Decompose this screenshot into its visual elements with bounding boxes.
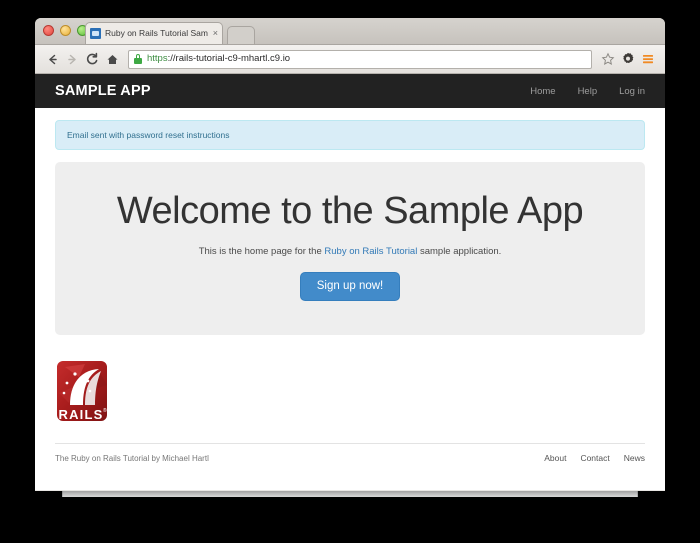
browser-tab-title: Ruby on Rails Tutorial Sam — [105, 29, 208, 38]
lead-text-before: This is the home page for the — [198, 245, 325, 257]
lock-icon — [134, 54, 142, 64]
browser-tab-strip: Ruby on Rails Tutorial Sam × — [35, 18, 665, 45]
bookmark-button[interactable] — [598, 49, 618, 69]
rails-wordmark: RAILS — [59, 407, 104, 422]
browser-tab[interactable]: Ruby on Rails Tutorial Sam × — [85, 22, 223, 44]
jumbotron-lead: This is the home page for the Ruby on Ra… — [65, 246, 635, 257]
menu-button[interactable] — [638, 49, 658, 69]
nav-link-home[interactable]: Home — [530, 86, 555, 97]
url-scheme: https — [147, 53, 168, 65]
flash-alert-message: Email sent with password reset instructi… — [67, 130, 230, 140]
window-controls — [43, 25, 88, 36]
new-tab-button[interactable] — [227, 26, 255, 44]
nav-link-login[interactable]: Log in — [619, 86, 645, 97]
reload-button[interactable] — [82, 49, 102, 69]
forward-button[interactable] — [62, 49, 82, 69]
url-rest: ://rails-tutorial-c9-mhartl.c9.io — [167, 53, 291, 65]
navbar-brand[interactable]: SAMPLE APP — [55, 83, 530, 99]
footer-link-contact[interactable]: Contact — [580, 453, 609, 463]
rails-tutorial-link[interactable]: Ruby on Rails Tutorial — [324, 246, 417, 257]
minimize-window-button[interactable] — [60, 25, 71, 36]
settings-button[interactable] — [618, 49, 638, 69]
back-arrow-icon — [48, 54, 57, 64]
flash-alert-info: Email sent with password reset instructi… — [55, 120, 645, 150]
close-tab-icon[interactable]: × — [213, 29, 218, 38]
star-icon — [601, 52, 615, 65]
hamburger-menu-icon — [643, 55, 653, 64]
browser-window: Ruby on Rails Tutorial Sam × https://rai… — [35, 18, 665, 491]
screen: Ruby on Rails Tutorial Sam × https://rai… — [0, 0, 700, 543]
footer-link-about[interactable]: About — [544, 453, 566, 463]
address-bar-url: https://rails-tutorial-c9-mhartl.c9.io — [147, 54, 290, 64]
signup-button[interactable]: Sign up now! — [299, 271, 401, 302]
lead-text-after: sample application. — [417, 245, 502, 257]
site-footer: The Ruby on Rails Tutorial by Michael Ha… — [55, 443, 645, 463]
rails-logo[interactable]: RAILS ® — [55, 359, 109, 424]
page-title: Welcome to the Sample App — [116, 190, 584, 232]
footer-link-news[interactable]: News — [624, 453, 645, 463]
address-bar[interactable]: https://rails-tutorial-c9-mhartl.c9.io — [128, 49, 592, 69]
navbar-links: Home Help Log in — [530, 86, 645, 97]
nav-link-help[interactable]: Help — [578, 86, 598, 97]
footer-credit: The Ruby on Rails Tutorial by Michael Ha… — [55, 454, 544, 463]
back-button[interactable] — [42, 49, 62, 69]
forward-arrow-icon — [67, 54, 76, 64]
footer-credit-rest: by Michael Hartl — [149, 453, 209, 463]
reload-icon — [86, 52, 98, 65]
rails-favicon-icon — [90, 28, 101, 39]
rails-trademark: ® — [103, 407, 107, 414]
site-navbar: SAMPLE APP Home Help Log in — [35, 74, 665, 108]
home-icon — [107, 54, 117, 64]
browser-toolbar: https://rails-tutorial-c9-mhartl.c9.io — [35, 45, 665, 74]
home-button[interactable] — [102, 49, 122, 69]
gear-icon — [623, 52, 634, 64]
logo-row: RAILS ® — [35, 335, 665, 424]
close-window-button[interactable] — [43, 25, 54, 36]
jumbotron: Welcome to the Sample App This is the ho… — [55, 162, 645, 336]
footer-tutorial-link[interactable]: The Ruby on Rails Tutorial — [55, 454, 149, 463]
footer-links: About Contact News — [544, 453, 645, 463]
page-container: Email sent with password reset instructi… — [35, 120, 665, 336]
page-viewport: SAMPLE APP Home Help Log in Email sent w… — [35, 74, 665, 490]
